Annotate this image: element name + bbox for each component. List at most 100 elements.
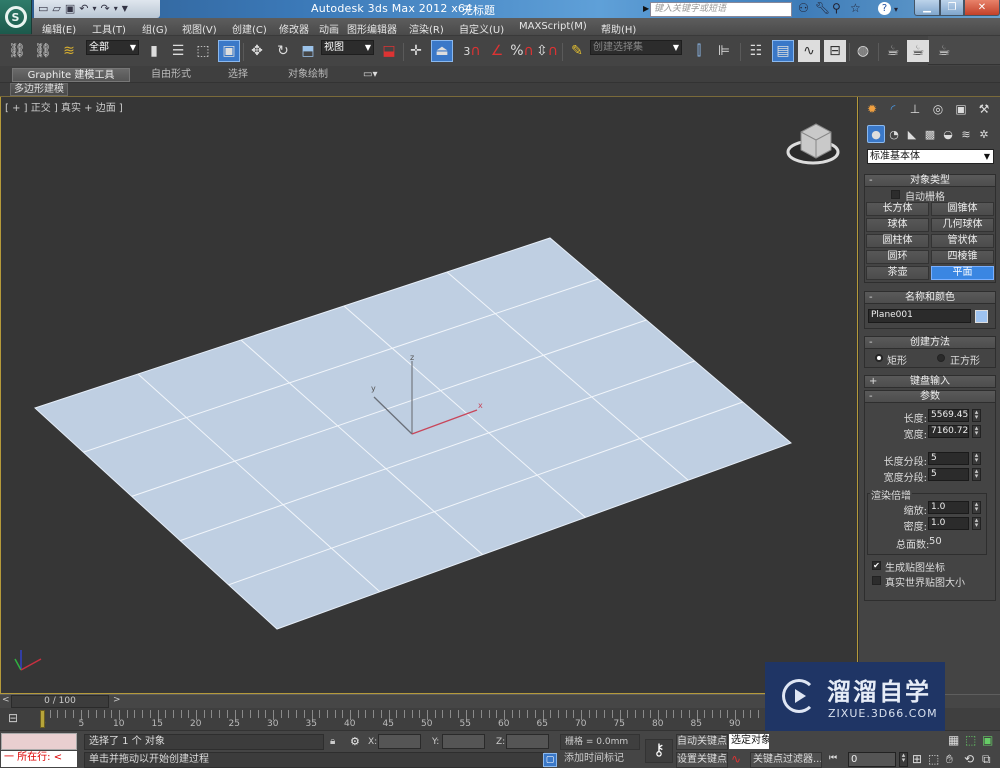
tab-selection[interactable]: 选择 (228, 68, 248, 82)
pivot-center-icon[interactable]: ⬓ (378, 40, 400, 62)
rollout-object-type-header[interactable]: - 对象类型 (864, 174, 996, 187)
rendered-frame-window-icon[interactable]: ☕︎ (907, 40, 929, 62)
menu-tools[interactable]: 工具(T) (92, 21, 126, 36)
sphere-button[interactable]: 球体 (866, 218, 929, 232)
app-menu-button[interactable]: S (0, 0, 32, 34)
viewcube[interactable] (786, 123, 840, 165)
maximize-button[interactable]: ❐ (940, 0, 964, 16)
helpers-icon[interactable]: ◒ (939, 125, 957, 143)
rollout-parameters-header[interactable]: - 参数 (864, 390, 996, 403)
rollout-name-color-header[interactable]: - 名称和颜色 (864, 291, 996, 304)
create-tab-icon[interactable]: ✹ (863, 100, 881, 118)
cameras-icon[interactable]: ▩ (921, 125, 939, 143)
default-tangent-icon[interactable]: ∿ (731, 752, 741, 766)
zoom-extents-selected-icon[interactable]: ⬚ (965, 733, 976, 747)
cone-button[interactable]: 圆锥体 (931, 202, 994, 216)
mirror-icon[interactable]: ⫿ (688, 40, 710, 62)
tab-polygon-modeling[interactable]: 多边形建模 (10, 83, 68, 96)
modify-tab-icon[interactable]: ◜ (884, 100, 902, 118)
select-and-scale-icon[interactable]: ⬒ (297, 40, 319, 62)
menu-create[interactable]: 创建(C) (232, 21, 267, 36)
width-input[interactable]: 7160.723 (928, 425, 969, 438)
window-crossing-icon[interactable]: ▣ (218, 40, 240, 62)
torus-button[interactable]: 圆环 (866, 250, 929, 264)
systems-icon[interactable]: ✲ (975, 125, 993, 143)
current-frame-marker[interactable] (40, 710, 45, 728)
unlink-selection-icon[interactable]: ⛓ (32, 40, 54, 62)
angle-snap-icon[interactable]: ∠ (486, 40, 508, 62)
rectangle-radio[interactable] (875, 354, 883, 362)
shapes-icon[interactable]: ◔ (885, 125, 903, 143)
zoom-extents-all-icon[interactable]: ▣ (982, 733, 993, 747)
z-coord-input[interactable] (506, 734, 549, 749)
search-input[interactable]: 键入关键字或短语 (650, 2, 792, 17)
plane-button[interactable]: 平面 (931, 266, 994, 280)
autogrid-checkbox[interactable] (891, 190, 900, 199)
save-icon[interactable]: ▣ (65, 1, 75, 17)
geosphere-button[interactable]: 几何球体 (931, 218, 994, 232)
select-and-link-icon[interactable]: ⛓ (6, 40, 28, 62)
cylinder-button[interactable]: 圆柱体 (866, 234, 929, 248)
bind-space-warp-icon[interactable]: ≋ (58, 40, 80, 62)
help-icon[interactable]: ? (878, 2, 891, 15)
ribbon-options-icon[interactable]: ▭▾ (363, 68, 377, 82)
menu-animation[interactable]: 动画 (319, 21, 339, 36)
y-coord-input[interactable] (442, 734, 485, 749)
square-radio[interactable] (937, 354, 945, 362)
tab-object-paint[interactable]: 对象绘制 (288, 68, 328, 82)
redo-dropdown-icon[interactable]: ▾ (114, 1, 118, 17)
key-filters-button[interactable]: 关键点过滤器... (750, 752, 822, 768)
scale-input[interactable]: 1.0 (928, 501, 969, 514)
select-and-rotate-icon[interactable]: ↻ (272, 40, 294, 62)
auto-key-button[interactable]: 自动关键点 (676, 734, 728, 750)
length-segs-input[interactable]: 5 (928, 452, 969, 465)
new-file-icon[interactable]: ▭ (38, 1, 48, 17)
hierarchy-tab-icon[interactable]: ⊥ (906, 100, 924, 118)
undo-icon[interactable]: ↶ (79, 1, 88, 17)
field-of-view-icon[interactable]: ⬚ (928, 752, 939, 766)
length-input[interactable]: 5569.452 (928, 409, 969, 422)
set-key-button[interactable]: 设置关键点 (676, 752, 728, 768)
maxscript-listener-output[interactable]: 一 所在行: < (1, 751, 77, 767)
key-selection-set-dropdown[interactable]: 选定对象 (729, 734, 769, 749)
render-production-icon[interactable]: ☕︎ (933, 40, 955, 62)
teapot-button[interactable]: 茶壶 (866, 266, 929, 280)
current-frame-input[interactable]: 0 (848, 752, 896, 767)
undo-dropdown-icon[interactable]: ▾ (93, 1, 97, 17)
minimize-button[interactable]: ▁ (914, 0, 940, 16)
length-spinner[interactable]: ▴ ▾ (972, 409, 981, 422)
geometry-icon[interactable]: ● (867, 125, 885, 143)
viewport-canvas[interactable]: z y x (1, 97, 859, 694)
utilities-tab-icon[interactable]: ⚒ (975, 100, 993, 118)
menu-rendering[interactable]: 渲染(R) (409, 21, 444, 36)
rollout-keyboard-entry-header[interactable]: + 键盘输入 (864, 375, 996, 388)
open-file-icon[interactable]: ▱ (52, 1, 60, 17)
scale-spinner[interactable]: ▴ ▾ (972, 501, 981, 514)
time-configuration-icon[interactable]: ⊞ (912, 752, 922, 766)
zoom-extents-icon[interactable]: ▦ (948, 733, 959, 747)
width-spinner[interactable]: ▴ ▾ (972, 425, 981, 438)
add-time-tag-button[interactable]: 添加时间标记 (560, 752, 640, 768)
reference-coordinate-dropdown[interactable]: 视图 ▼ (321, 40, 374, 55)
tube-button[interactable]: 管状体 (931, 234, 994, 248)
schematic-view-icon[interactable]: ⊟ (824, 40, 846, 62)
select-by-name-icon[interactable]: ☰ (167, 40, 189, 62)
named-selection-dropdown[interactable]: 创建选择集 ▼ (590, 40, 682, 55)
rectangular-selection-icon[interactable]: ⬚ (192, 40, 214, 62)
wrench-icon[interactable]: 🔧︎ (815, 1, 830, 15)
density-input[interactable]: 1.0 (928, 517, 969, 530)
graphite-modeling-tools-icon[interactable]: ▤ (772, 40, 794, 62)
lights-icon[interactable]: ◣ (903, 125, 921, 143)
rollout-creation-method-header[interactable]: - 创建方法 (864, 336, 996, 349)
open-mini-curve-editor-icon[interactable]: ⊟ (8, 711, 18, 725)
time-slider-thumb[interactable]: 0 / 100 (11, 695, 109, 708)
menu-group[interactable]: 组(G) (142, 21, 168, 36)
length-segs-spinner[interactable]: ▴ ▾ (972, 452, 981, 465)
object-name-input[interactable]: Plane001 (868, 309, 971, 323)
close-button[interactable]: ✕ (964, 0, 1000, 16)
layer-manager-icon[interactable]: ☷ (745, 40, 767, 62)
width-segs-input[interactable]: 5 (928, 468, 969, 481)
display-tab-icon[interactable]: ▣ (952, 100, 970, 118)
viewport-perspective[interactable]: z y x [ + ] 正交 ] 真实 + 边面 ] (0, 97, 858, 694)
edit-named-selection-icon[interactable]: ✎ (566, 40, 588, 62)
